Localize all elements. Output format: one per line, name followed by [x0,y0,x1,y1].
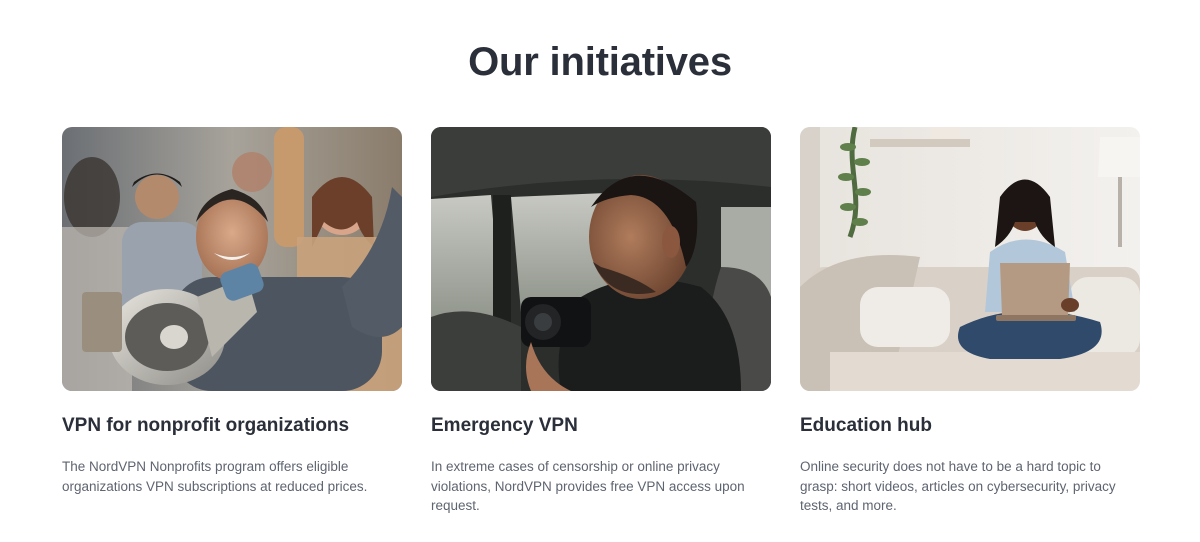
initiative-description: In extreme cases of censorship or online… [431,459,745,513]
initiative-title[interactable]: VPN for nonprofit organizations [62,415,349,437]
initiative-title[interactable]: Education hub [800,415,932,437]
initiative-title[interactable]: Emergency VPN [431,415,578,437]
journalist-in-car-photo [431,127,771,391]
initiative-card-emergency-vpn[interactable]: Emergency VPN In extreme cases of censor… [431,127,771,513]
protest-photo [62,127,402,391]
student-with-laptop-photo [800,127,1140,391]
initiative-description: The NordVPN Nonprofits program offers el… [62,459,368,494]
initiative-description: Online security does not have to be a ha… [800,459,1116,513]
initiative-card-education-hub[interactable]: Education hub Online security does not h… [800,127,1140,513]
section-title: Our initiatives [468,40,732,84]
initiative-card-nonprofit[interactable]: VPN for nonprofit organizations The Nord… [62,127,402,494]
